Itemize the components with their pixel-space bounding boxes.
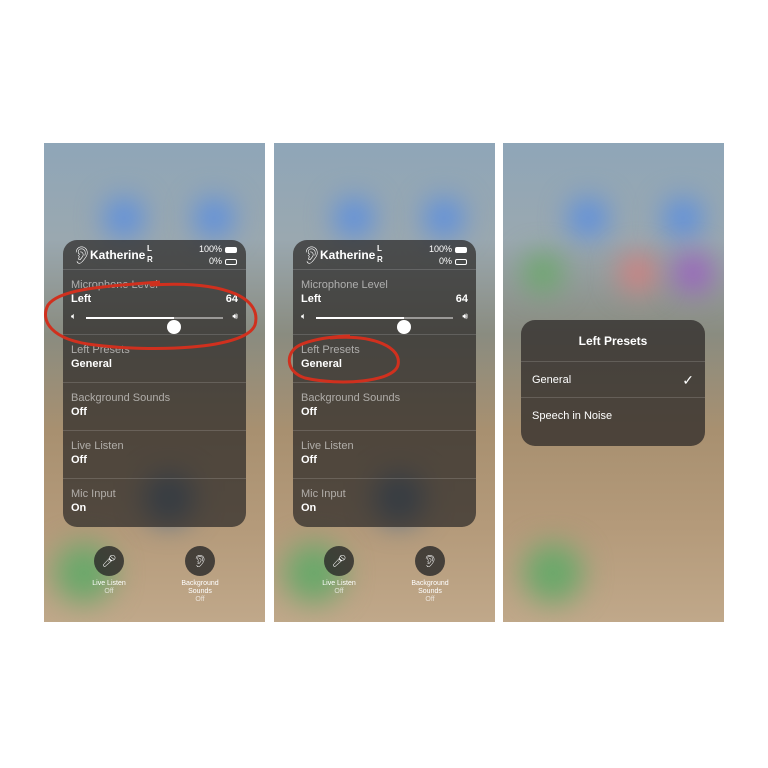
battery-empty-icon xyxy=(455,258,467,265)
preset-option-general[interactable]: General ✓ xyxy=(521,362,705,398)
volume-high-icon: 🔊︎ xyxy=(462,311,468,321)
volume-low-icon: 🔈︎ xyxy=(71,311,77,321)
left-presets-row[interactable]: Left Presets General xyxy=(293,335,476,383)
battery-status: 100% 0% xyxy=(429,243,467,267)
phone-screen-presets: Left Presets General ✓ Speech in Noise xyxy=(503,143,724,622)
checkmark-icon: ✓ xyxy=(682,372,694,388)
phone-screen: 👂︎ Katherine LR 100% 0% Microphone Level … xyxy=(274,143,495,622)
microphone-icon: 🎤︎ xyxy=(94,546,124,576)
left-presets-row[interactable]: Left Presets General xyxy=(63,335,246,383)
phone-screen: 👂︎ Katherine LR 100% 0% Microphone Level … xyxy=(44,143,265,622)
device-name: Katherine xyxy=(320,248,376,262)
background-sounds-button[interactable]: 👂︎ Background Sounds Off xyxy=(165,546,235,604)
mic-level-label: Microphone Level xyxy=(301,279,388,291)
mic-input-row[interactable]: Mic Input On xyxy=(63,479,246,527)
live-listen-button[interactable]: 🎤︎ Live Listen Off xyxy=(304,546,374,596)
ear-sound-icon: 👂︎ xyxy=(185,546,215,576)
battery-full-icon xyxy=(455,246,467,253)
battery-status: 100% 0% xyxy=(199,243,237,267)
lr-labels: LR xyxy=(377,244,383,264)
battery-empty-icon xyxy=(225,258,237,265)
mic-value: 64 xyxy=(225,293,238,305)
mic-side: Left xyxy=(71,293,92,305)
mic-level-label: Microphone Level xyxy=(71,279,158,291)
mic-side: Left xyxy=(301,293,322,305)
hearing-panel: 👂︎ Katherine LR 100% 0% Microphone Level … xyxy=(63,240,246,527)
volume-high-icon: 🔊︎ xyxy=(232,311,238,321)
live-listen-row[interactable]: Live Listen Off xyxy=(63,431,246,479)
mic-level-slider[interactable]: 🔈︎ 🔊︎ xyxy=(71,308,238,334)
ear-sound-icon: 👂︎ xyxy=(415,546,445,576)
battery-full-icon xyxy=(225,246,237,253)
mic-level-slider[interactable]: 🔈︎ 🔊︎ xyxy=(301,308,468,334)
volume-low-icon: 🔈︎ xyxy=(301,311,307,321)
slider-thumb[interactable] xyxy=(396,320,411,334)
hearing-panel: 👂︎ Katherine LR 100% 0% Microphone Level … xyxy=(293,240,476,527)
slider-thumb[interactable] xyxy=(166,320,181,334)
lr-labels: LR xyxy=(147,244,153,264)
left-presets-dialog: Left Presets General ✓ Speech in Noise xyxy=(521,320,705,446)
background-sounds-row[interactable]: Background Sounds Off xyxy=(63,383,246,431)
dialog-title: Left Presets xyxy=(521,320,705,362)
microphone-level: Microphone Level Left 64 🔈︎ 🔊︎ xyxy=(63,270,246,335)
live-listen-button[interactable]: 🎤︎ Live Listen Off xyxy=(74,546,144,596)
live-listen-row[interactable]: Live Listen Off xyxy=(293,431,476,479)
mic-value: 64 xyxy=(455,293,468,305)
microphone-level: Microphone Level Left 64 🔈︎ 🔊︎ xyxy=(293,270,476,335)
device-header: 👂︎ Katherine LR 100% 0% xyxy=(293,240,476,270)
preset-option-speech-in-noise[interactable]: Speech in Noise xyxy=(521,398,705,434)
microphone-icon: 🎤︎ xyxy=(324,546,354,576)
device-name: Katherine xyxy=(90,248,146,262)
mic-input-row[interactable]: Mic Input On xyxy=(293,479,476,527)
background-sounds-row[interactable]: Background Sounds Off xyxy=(293,383,476,431)
device-header: 👂︎ Katherine LR 100% 0% xyxy=(63,240,246,270)
background-sounds-button[interactable]: 👂︎ Background Sounds Off xyxy=(395,546,465,604)
